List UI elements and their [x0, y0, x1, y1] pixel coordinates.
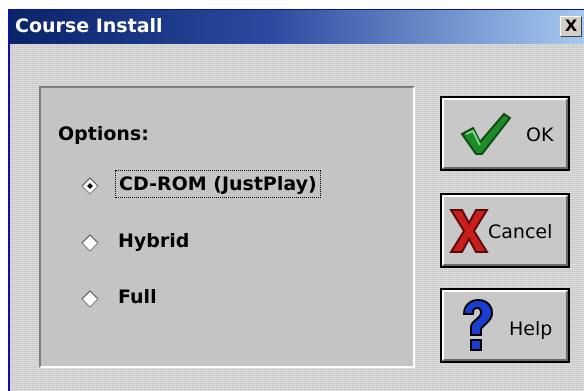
options-panel: Options: CD-ROM (JustPlay) Hybrid Full [39, 86, 415, 368]
radio-unchecked-icon[interactable] [81, 234, 99, 252]
help-button[interactable]: Help [440, 288, 570, 363]
radio-unchecked-icon[interactable] [81, 290, 99, 308]
radio-checked-icon[interactable] [81, 177, 99, 195]
options-label: Options: [58, 123, 149, 145]
title-bar[interactable]: Course Install X [10, 10, 584, 44]
ok-button[interactable]: OK [440, 96, 570, 171]
cancel-label: Cancel [488, 221, 553, 243]
radio-option-cdrom[interactable]: CD-ROM (JustPlay) [81, 168, 381, 204]
help-label: Help [509, 318, 553, 340]
radio-label-hybrid: Hybrid [118, 230, 190, 252]
window-title: Course Install [15, 15, 163, 37]
radio-option-hybrid[interactable]: Hybrid [81, 225, 381, 261]
course-install-dialog: Course Install X Options: CD-ROM (JustPl… [8, 9, 584, 391]
close-button[interactable]: X [560, 16, 582, 37]
ok-label: OK [526, 124, 554, 146]
red-x-icon [449, 209, 489, 253]
question-mark-icon [462, 298, 494, 351]
checkmark-icon [460, 112, 512, 155]
radio-label-cdrom: CD-ROM (JustPlay) [115, 170, 321, 198]
radio-label-full: Full [118, 286, 157, 308]
cancel-button[interactable]: Cancel [440, 193, 570, 268]
radio-option-full[interactable]: Full [81, 281, 381, 317]
